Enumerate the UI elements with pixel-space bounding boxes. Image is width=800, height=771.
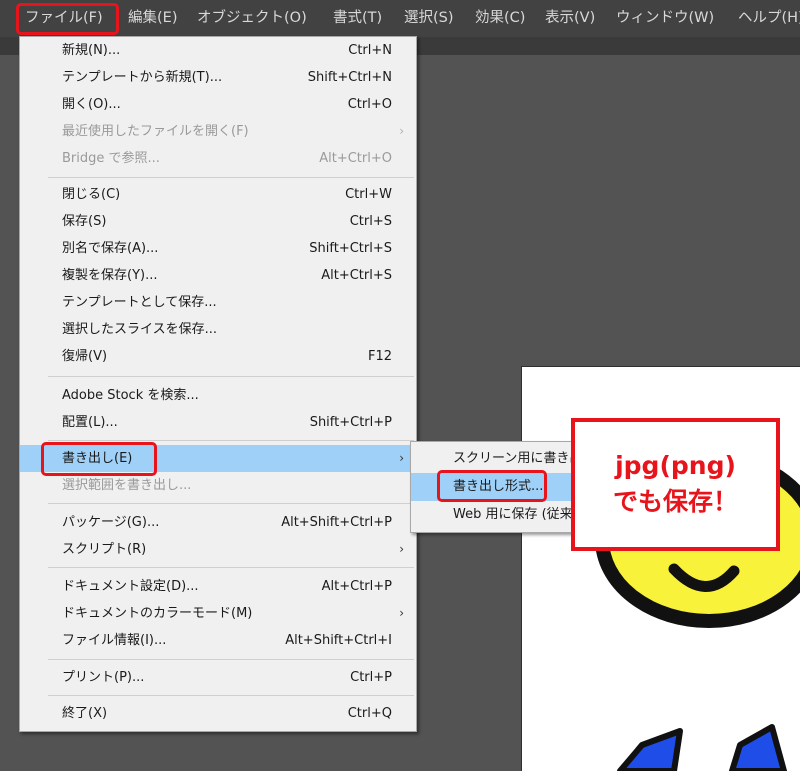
menu-item-label: ファイル情報(I)... bbox=[62, 633, 167, 648]
callout-line-2: でも保存！ bbox=[612, 487, 738, 516]
menu-item-exit[interactable]: 終了(X) Ctrl+Q bbox=[20, 700, 416, 727]
menu-item-shortcut: Ctrl+S bbox=[349, 214, 392, 229]
menu-item-export-selection[interactable]: 選択範囲を書き出し... bbox=[20, 472, 416, 499]
menu-window[interactable]: ウィンドウ(W) bbox=[616, 0, 714, 37]
annotation-callout: jpg(png) でも保存！ bbox=[571, 418, 780, 551]
menu-item-place[interactable]: 配置(L)... Shift+Ctrl+P bbox=[20, 409, 416, 436]
menu-item-label: Adobe Stock を検索... bbox=[62, 388, 199, 403]
menu-item-new[interactable]: 新規(N)... Ctrl+N bbox=[20, 37, 416, 64]
menu-item-save-as-template[interactable]: テンプレートとして保存... bbox=[20, 289, 416, 316]
menu-item-label: 複製を保存(Y)... bbox=[62, 268, 158, 283]
menu-item-label: パッケージ(G)... bbox=[62, 515, 160, 530]
submenu-item-label: Web 用に保存 (従来)... bbox=[453, 507, 591, 522]
menu-item-revert[interactable]: 復帰(V) F12 bbox=[20, 343, 416, 370]
menu-bar: ファイル(F) 編集(E) オブジェクト(O) 書式(T) 選択(S) 効果(C… bbox=[0, 0, 800, 37]
callout-line-1: jpg(png) bbox=[615, 451, 736, 480]
menu-separator bbox=[48, 695, 414, 696]
blue-bow bbox=[617, 724, 787, 771]
menu-separator bbox=[48, 659, 414, 660]
menu-item-save[interactable]: 保存(S) Ctrl+S bbox=[20, 208, 416, 235]
menu-item-label: 選択したスライスを保存... bbox=[62, 322, 218, 337]
menu-item-label: 最近使用したファイルを開く(F) bbox=[62, 124, 249, 139]
menu-type[interactable]: 書式(T) bbox=[333, 0, 382, 37]
file-menu-dropdown: 新規(N)... Ctrl+N テンプレートから新規(T)... Shift+Ctr… bbox=[19, 36, 417, 732]
menu-item-browse-in-bridge[interactable]: Bridge で参照... Alt+Ctrl+O bbox=[20, 145, 416, 172]
menu-item-close[interactable]: 閉じる(C) Ctrl+W bbox=[20, 181, 416, 208]
menu-item-shortcut: Alt+Ctrl+O bbox=[319, 151, 392, 166]
menu-item-label: ドキュメント設定(D)... bbox=[62, 579, 199, 594]
menu-item-shortcut: Alt+Ctrl+P bbox=[321, 579, 392, 594]
menu-item-label: 選択範囲を書き出し... bbox=[62, 478, 192, 493]
menu-help[interactable]: ヘルプ(H) bbox=[738, 0, 800, 37]
menu-item-open-recent[interactable]: 最近使用したファイルを開く(F) › bbox=[20, 118, 416, 145]
chevron-right-icon: › bbox=[399, 606, 404, 620]
menu-item-shortcut: Ctrl+Q bbox=[347, 706, 392, 721]
menu-item-label: 新規(N)... bbox=[62, 43, 121, 58]
menu-item-label: 終了(X) bbox=[62, 706, 108, 721]
menu-item-shortcut: Shift+Ctrl+P bbox=[309, 415, 392, 430]
annotation-highlight-export bbox=[41, 442, 157, 476]
menu-item-document-color-mode[interactable]: ドキュメントのカラーモード(M) › bbox=[20, 600, 416, 627]
menu-item-label: 閉じる(C) bbox=[62, 187, 121, 202]
menu-item-shortcut: Alt+Shift+Ctrl+P bbox=[281, 515, 392, 530]
menu-item-label: テンプレートとして保存... bbox=[62, 295, 217, 310]
menu-item-label: 別名で保存(A)... bbox=[62, 241, 159, 256]
chevron-right-icon: › bbox=[399, 124, 404, 138]
menu-separator bbox=[48, 503, 414, 504]
menu-item-open[interactable]: 開く(O)... Ctrl+O bbox=[20, 91, 416, 118]
menu-item-label: スクリプト(R) bbox=[62, 542, 147, 557]
menu-item-shortcut: Ctrl+O bbox=[347, 97, 392, 112]
menu-item-package[interactable]: パッケージ(G)... Alt+Shift+Ctrl+P bbox=[20, 509, 416, 536]
menu-item-save-as[interactable]: 別名で保存(A)... Shift+Ctrl+S bbox=[20, 235, 416, 262]
chevron-right-icon: › bbox=[399, 542, 404, 556]
menu-item-save-selected-slices[interactable]: 選択したスライスを保存... bbox=[20, 316, 416, 343]
menu-edit[interactable]: 編集(E) bbox=[128, 0, 177, 37]
menu-object[interactable]: オブジェクト(O) bbox=[197, 0, 307, 37]
menu-item-scripts[interactable]: スクリプト(R) › bbox=[20, 536, 416, 563]
chevron-right-icon: › bbox=[399, 451, 404, 465]
menu-item-shortcut: Ctrl+P bbox=[350, 670, 392, 685]
menu-view[interactable]: 表示(V) bbox=[545, 0, 595, 37]
menu-separator bbox=[48, 376, 414, 377]
menu-item-shortcut: Ctrl+W bbox=[345, 187, 392, 202]
menu-item-label: 配置(L)... bbox=[62, 415, 118, 430]
annotation-highlight-file-menu bbox=[16, 3, 119, 35]
menu-item-save-copy[interactable]: 複製を保存(Y)... Alt+Ctrl+S bbox=[20, 262, 416, 289]
menu-item-file-info[interactable]: ファイル情報(I)... Alt+Shift+Ctrl+I bbox=[20, 627, 416, 654]
menu-item-print[interactable]: プリント(P)... Ctrl+P bbox=[20, 664, 416, 691]
menu-item-document-setup[interactable]: ドキュメント設定(D)... Alt+Ctrl+P bbox=[20, 573, 416, 600]
menu-item-label: ドキュメントのカラーモード(M) bbox=[62, 606, 253, 621]
menu-item-label: Bridge で参照... bbox=[62, 151, 160, 166]
menu-item-label: 開く(O)... bbox=[62, 97, 121, 112]
menu-item-label: 復帰(V) bbox=[62, 349, 108, 364]
menu-separator bbox=[48, 440, 414, 441]
annotation-highlight-export-as bbox=[437, 470, 547, 502]
menu-separator bbox=[48, 177, 414, 178]
menu-separator bbox=[48, 567, 414, 568]
menu-select[interactable]: 選択(S) bbox=[404, 0, 454, 37]
menu-item-shortcut: Shift+Ctrl+S bbox=[309, 241, 392, 256]
menu-item-shortcut: Alt+Ctrl+S bbox=[321, 268, 392, 283]
menu-item-shortcut: Ctrl+N bbox=[348, 43, 392, 58]
menu-item-shortcut: Alt+Shift+Ctrl+I bbox=[285, 633, 392, 648]
menu-item-new-from-template[interactable]: テンプレートから新規(T)... Shift+Ctrl+N bbox=[20, 64, 416, 91]
menu-item-shortcut: Shift+Ctrl+N bbox=[307, 70, 392, 85]
menu-item-shortcut: F12 bbox=[367, 349, 392, 364]
menu-item-label: 保存(S) bbox=[62, 214, 107, 229]
menu-item-search-adobe-stock[interactable]: Adobe Stock を検索... bbox=[20, 382, 416, 409]
menu-item-label: プリント(P)... bbox=[62, 670, 145, 685]
menu-item-label: テンプレートから新規(T)... bbox=[62, 70, 223, 85]
menu-effect[interactable]: 効果(C) bbox=[475, 0, 525, 37]
